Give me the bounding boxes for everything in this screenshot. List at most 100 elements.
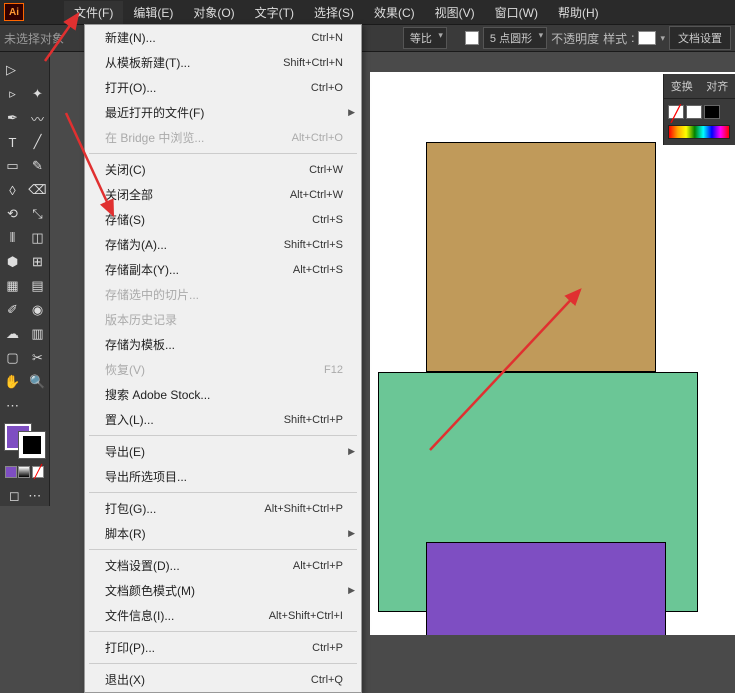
style-swatch[interactable] — [638, 31, 656, 45]
opacity-label: 不透明度 — [551, 30, 599, 47]
tool-rectangle[interactable]: ▭ — [0, 154, 25, 178]
fill-indicator[interactable] — [465, 31, 479, 45]
chevron-right-icon: ▶ — [348, 528, 355, 539]
tab-align[interactable]: 对齐 — [700, 74, 735, 98]
menu-item-新建(N)...[interactable]: 新建(N)...Ctrl+N — [85, 25, 361, 50]
swatch-black[interactable] — [704, 105, 720, 119]
menu-效果(C)[interactable]: 效果(C) — [364, 1, 425, 24]
tool-scale[interactable]: ⤡ — [25, 202, 50, 226]
tool-brush[interactable]: ✎ — [25, 154, 50, 178]
menu-item-在 Bridge 中浏览...: 在 Bridge 中浏览...Alt+Ctrl+O — [85, 125, 361, 150]
tool-symbol[interactable]: ☁ — [0, 322, 25, 346]
tool-mesh[interactable]: ▦ — [0, 274, 25, 298]
menu-选择(S)[interactable]: 选择(S) — [304, 1, 364, 24]
menu-视图(V)[interactable]: 视图(V) — [425, 1, 485, 24]
menu-item-关闭全部[interactable]: 关闭全部Alt+Ctrl+W — [85, 182, 361, 207]
tool-slice[interactable]: ✂ — [25, 346, 50, 370]
menu-item-打印(P)...[interactable]: 打印(P)...Ctrl+P — [85, 635, 361, 660]
tool-hand[interactable]: ✋ — [0, 370, 25, 394]
menu-编辑(E)[interactable]: 编辑(E) — [123, 1, 183, 24]
menu-item-存储为模板...[interactable]: 存储为模板... — [85, 332, 361, 357]
menu-帮助(H)[interactable]: 帮助(H) — [548, 1, 609, 24]
menu-文件(F)[interactable]: 文件(F) — [64, 1, 123, 24]
tool-magic-wand[interactable]: ✦ — [25, 82, 50, 106]
tool-pen[interactable]: ✒ — [0, 106, 25, 130]
shape-rectangle-purple[interactable] — [426, 542, 666, 635]
ratio-dropdown[interactable]: 等比 — [403, 27, 447, 49]
menu-separator — [89, 153, 357, 154]
menu-item-恢复(V): 恢复(V)F12 — [85, 357, 361, 382]
menu-item-存储选中的切片...: 存储选中的切片... — [85, 282, 361, 307]
edit-toolbar[interactable]: ⋯ — [27, 488, 43, 504]
tool-gradient[interactable]: ▤ — [25, 274, 50, 298]
chevron-right-icon: ▶ — [348, 446, 355, 457]
color-mode-fill[interactable] — [5, 466, 17, 478]
chevron-right-icon: ▶ — [348, 585, 355, 596]
tool-shaper[interactable]: ◊ — [0, 178, 25, 202]
menu-separator — [89, 663, 357, 664]
stroke-dropdown[interactable]: 5 点圆形 — [483, 27, 547, 49]
menubar: Ai 文件(F)编辑(E)对象(O)文字(T)选择(S)效果(C)视图(V)窗口… — [0, 0, 735, 24]
menu-item-文件信息(I)...[interactable]: 文件信息(I)...Alt+Shift+Ctrl+I — [85, 603, 361, 628]
menu-item-存储为(A)...[interactable]: 存储为(A)...Shift+Ctrl+S — [85, 232, 361, 257]
menu-item-导出(E)[interactable]: 导出(E)▶ — [85, 439, 361, 464]
toolbox: ▷ ▹ ✦ ✒ 〰 T ╱ ▭ ✎ ◊ ⌫ ⟲ ⤡ ⫴ ◫ ⬢ ⊞ ▦ ▤ ✐ … — [0, 52, 50, 506]
tool-zoom[interactable]: 🔍 — [25, 370, 50, 394]
menu-item-打包(G)...[interactable]: 打包(G)...Alt+Shift+Ctrl+P — [85, 496, 361, 521]
color-mode-gradient[interactable] — [18, 466, 30, 478]
color-mode-none[interactable]: ╱ — [32, 466, 44, 478]
artboard[interactable] — [370, 72, 735, 635]
right-panel: 变换 对齐 ╱ — [663, 74, 735, 145]
menu-separator — [89, 549, 357, 550]
tool-extra[interactable]: ⋯ — [0, 394, 25, 418]
selection-status: 未选择对象 — [4, 30, 64, 47]
tool-rotate[interactable]: ⟲ — [0, 202, 25, 226]
menu-item-置入(L)...[interactable]: 置入(L)...Shift+Ctrl+P — [85, 407, 361, 432]
shape-rectangle-tan[interactable] — [426, 142, 656, 372]
menu-separator — [89, 435, 357, 436]
color-spectrum[interactable] — [668, 125, 730, 139]
menu-item-关闭(C)[interactable]: 关闭(C)Ctrl+W — [85, 157, 361, 182]
menu-item-导出所选项目...[interactable]: 导出所选项目... — [85, 464, 361, 489]
menu-item-版本历史记录: 版本历史记录 — [85, 307, 361, 332]
menu-item-打开(O)...[interactable]: 打开(O)...Ctrl+O — [85, 75, 361, 100]
tool-width[interactable]: ⫴ — [0, 226, 25, 250]
menu-对象(O)[interactable]: 对象(O) — [183, 1, 244, 24]
tool-graph[interactable]: ▥ — [25, 322, 50, 346]
menu-item-存储副本(Y)...[interactable]: 存储副本(Y)...Alt+Ctrl+S — [85, 257, 361, 282]
menu-separator — [89, 492, 357, 493]
menu-item-搜索 Adobe Stock...[interactable]: 搜索 Adobe Stock... — [85, 382, 361, 407]
tool-blend[interactable]: ◉ — [25, 298, 50, 322]
file-menu-dropdown: 新建(N)...Ctrl+N从模板新建(T)...Shift+Ctrl+N打开(… — [84, 24, 362, 693]
menu-item-从模板新建(T)...[interactable]: 从模板新建(T)...Shift+Ctrl+N — [85, 50, 361, 75]
tool-type[interactable]: T — [0, 130, 25, 154]
tool-artboard[interactable]: ▢ — [0, 346, 25, 370]
menu-separator — [89, 631, 357, 632]
tool-shape-builder[interactable]: ⬢ — [0, 250, 25, 274]
doc-setup-button[interactable]: 文档设置 — [669, 26, 731, 50]
menu-窗口(W)[interactable]: 窗口(W) — [485, 1, 548, 24]
chevron-right-icon: ▶ — [348, 107, 355, 118]
tool-eraser[interactable]: ⌫ — [25, 178, 50, 202]
menu-item-存储(S)[interactable]: 存储(S)Ctrl+S — [85, 207, 361, 232]
menu-item-最近打开的文件(F)[interactable]: 最近打开的文件(F)▶ — [85, 100, 361, 125]
tool-curvature[interactable]: 〰 — [25, 106, 50, 130]
menu-item-文档颜色模式(M)[interactable]: 文档颜色模式(M)▶ — [85, 578, 361, 603]
menu-item-脚本(R)[interactable]: 脚本(R)▶ — [85, 521, 361, 546]
tool-selection[interactable]: ▷ — [0, 58, 25, 82]
tool-perspective[interactable]: ⊞ — [25, 250, 50, 274]
style-label: 样式 — [603, 30, 627, 47]
screen-mode[interactable]: ◻ — [6, 488, 22, 504]
swatch-white[interactable] — [686, 105, 702, 119]
menu-item-文档设置(D)...[interactable]: 文档设置(D)...Alt+Ctrl+P — [85, 553, 361, 578]
tool-line[interactable]: ╱ — [25, 130, 50, 154]
tool-eyedropper[interactable]: ✐ — [0, 298, 25, 322]
menu-文字(T)[interactable]: 文字(T) — [245, 1, 304, 24]
tab-transform[interactable]: 变换 — [664, 74, 700, 98]
menu-item-退出(X)[interactable]: 退出(X)Ctrl+Q — [85, 667, 361, 692]
swatch-none[interactable]: ╱ — [668, 105, 684, 119]
tool-direct-select[interactable]: ▹ — [0, 82, 25, 106]
tool-free-transform[interactable]: ◫ — [25, 226, 50, 250]
color-selector[interactable] — [5, 424, 45, 458]
stroke-color[interactable] — [19, 432, 45, 458]
